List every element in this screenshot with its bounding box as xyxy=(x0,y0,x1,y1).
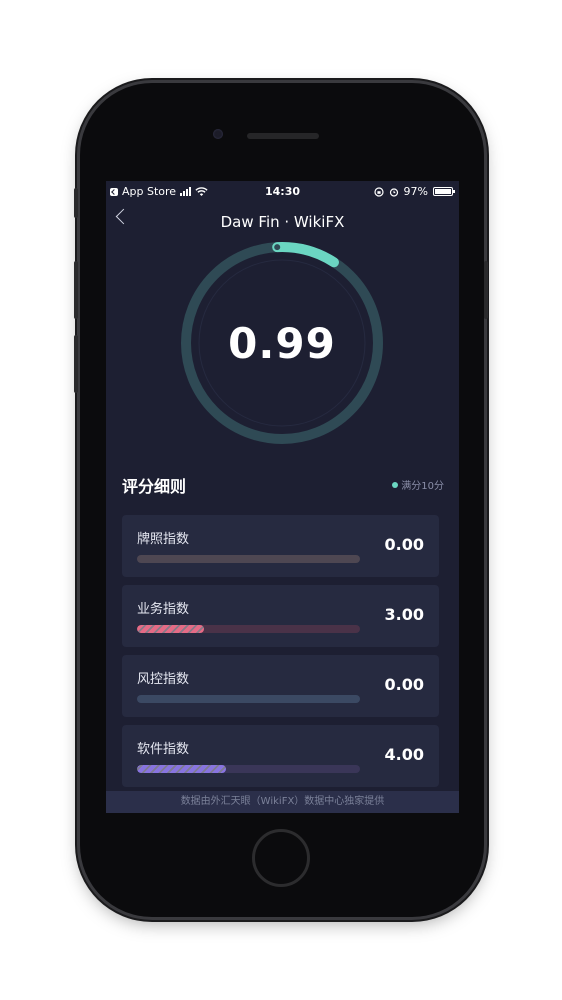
full-score-legend: 满分10分 xyxy=(392,477,444,492)
index-progress-fill xyxy=(137,765,227,773)
orientation-lock-icon xyxy=(373,186,384,197)
index-label: 风控指数 xyxy=(137,672,190,687)
score-gauge: 0.99 xyxy=(176,237,388,449)
index-value: 0.00 xyxy=(384,675,424,694)
status-bar: App Store 14:30 97% xyxy=(106,181,459,201)
index-value: 4.00 xyxy=(384,745,424,764)
front-camera xyxy=(213,129,223,139)
mute-switch xyxy=(74,188,78,218)
alarm-icon xyxy=(389,187,398,197)
page-title: Daw Fin · WikiFX xyxy=(220,213,345,231)
battery-percent: 97% xyxy=(403,185,428,198)
index-label: 软件指数 xyxy=(137,742,190,757)
battery-icon xyxy=(433,187,455,196)
earpiece-speaker xyxy=(247,133,319,139)
index-value: 3.00 xyxy=(384,605,424,624)
home-button[interactable] xyxy=(252,829,310,887)
data-source-footer: 数据由外汇天眼（WikiFX）数据中心独家提供 xyxy=(106,791,459,813)
index-value: 0.00 xyxy=(384,535,424,554)
index-progress-fill xyxy=(137,625,204,633)
index-progress-track xyxy=(137,555,360,563)
full-score-label: 满分10分 xyxy=(401,481,444,492)
index-card-risk-control[interactable]: 风控指数 0.00 xyxy=(122,655,439,717)
index-progress-track xyxy=(137,695,360,703)
power-button xyxy=(484,261,488,319)
volume-down-button xyxy=(74,335,78,393)
index-progress-track xyxy=(137,765,360,773)
index-label: 业务指数 xyxy=(137,602,190,617)
index-card-software[interactable]: 软件指数 4.00 xyxy=(122,725,439,787)
index-progress-track xyxy=(137,625,360,633)
index-card-business[interactable]: 业务指数 3.00 xyxy=(122,585,439,647)
legend-dot-icon xyxy=(392,481,399,488)
breakdown-header: 评分细则 满分10分 xyxy=(122,473,444,497)
breakdown-title: 评分细则 xyxy=(122,477,187,496)
phone-frame: App Store 14:30 97% Daw Fin · WikiFX 0.9… xyxy=(74,83,488,917)
score-value: 0.99 xyxy=(228,318,336,368)
index-card-license[interactable]: 牌照指数 0.00 xyxy=(122,515,439,577)
app-screen: App Store 14:30 97% Daw Fin · WikiFX 0.9… xyxy=(106,181,459,813)
index-label: 牌照指数 xyxy=(137,532,190,547)
nav-bar: Daw Fin · WikiFX xyxy=(106,201,459,241)
volume-up-button xyxy=(74,261,78,319)
